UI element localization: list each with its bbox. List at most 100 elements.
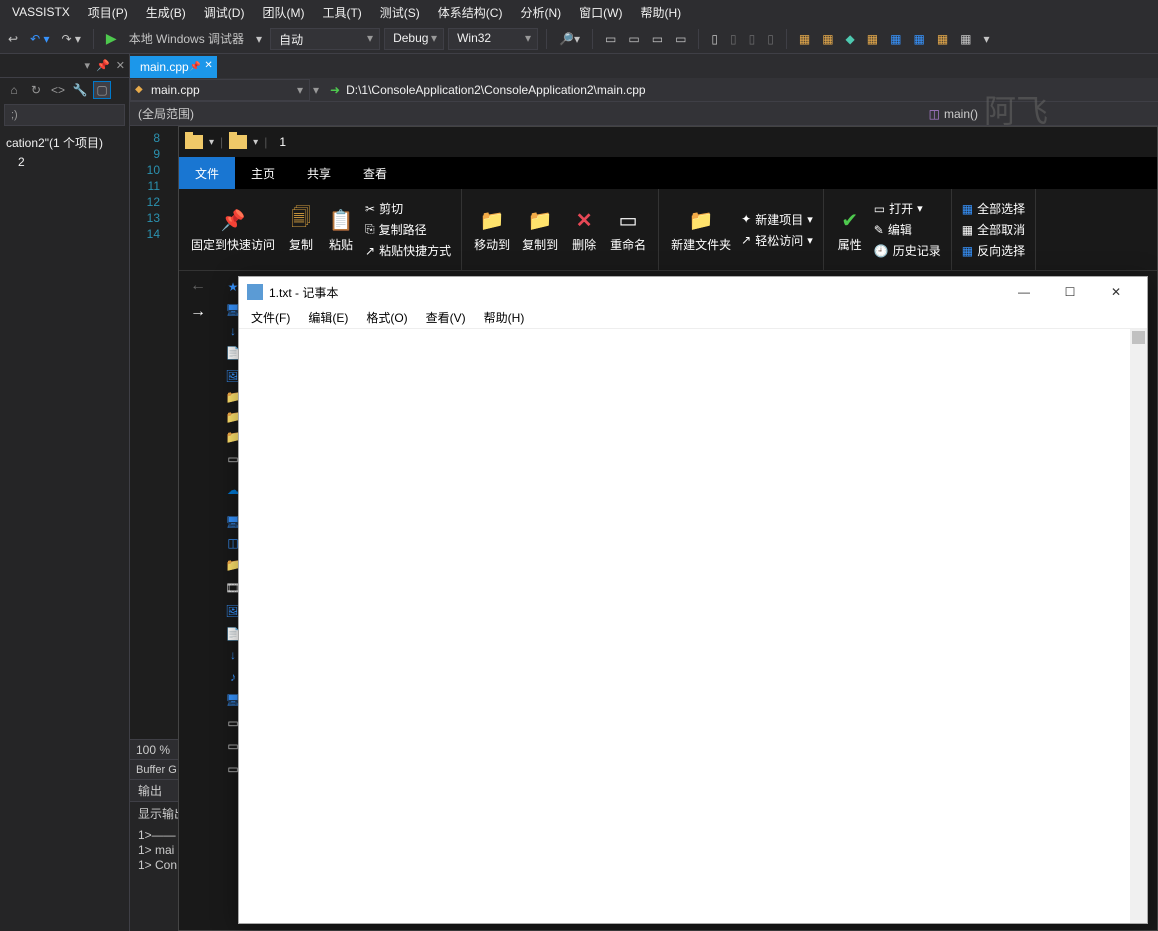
menu-tools[interactable]: 工具(T) <box>314 1 369 24</box>
panel-pin-icon[interactable]: 📌 <box>96 59 110 72</box>
tab-main-cpp[interactable]: main.cpp 📌 ✕ <box>130 56 217 78</box>
tb-iconB[interactable]: ▦ <box>818 30 837 48</box>
notepad-textarea[interactable] <box>239 329 1147 923</box>
np-menu-help[interactable]: 帮助(H) <box>476 307 533 328</box>
tab-share[interactable]: 共享 <box>291 157 347 189</box>
debugger-chev[interactable]: ▾ <box>252 30 266 48</box>
tb-iconI[interactable]: ▾ <box>980 30 994 48</box>
tb-iconA[interactable]: ▦ <box>795 30 814 48</box>
paste-button[interactable]: 📋粘贴 <box>325 204 357 255</box>
nav-fwd-arrow[interactable]: → <box>190 303 206 321</box>
file-combo[interactable]: ◆main.cpp <box>130 79 310 101</box>
np-menu-format[interactable]: 格式(O) <box>358 307 415 328</box>
tb-iconC[interactable]: ◆ <box>842 30 859 48</box>
menu-help[interactable]: 帮助(H) <box>632 1 689 24</box>
tb-iconD[interactable]: ▦ <box>863 30 882 48</box>
redo-icon[interactable]: ↷ ▾ <box>57 30 84 48</box>
lp-wrench-icon[interactable]: 🔧 <box>72 82 88 98</box>
menu-test[interactable]: 测试(S) <box>372 1 428 24</box>
tb-iconF[interactable]: ▦ <box>909 30 928 48</box>
tab-close-icon[interactable]: ✕ <box>204 60 212 71</box>
tb-icon5[interactable]: ▭ <box>671 30 690 48</box>
tb-icon7[interactable]: ▯ <box>726 30 741 48</box>
path-segment[interactable]: 1 <box>279 135 286 149</box>
tab-pin-icon[interactable]: 📌 <box>189 61 200 72</box>
folder-icon <box>185 135 203 149</box>
copy-button[interactable]: 🗐复制 <box>285 204 317 255</box>
tb-icon3[interactable]: ▭ <box>624 30 643 48</box>
nav-bar: ◆main.cpp ▾ ➜D:\1\ConsoleApplication2\Co… <box>130 78 1158 102</box>
selectnone-button[interactable]: ▦全部取消 <box>962 220 1025 239</box>
newitem-button[interactable]: ✦新建项目 ▾ <box>741 210 813 229</box>
tb-iconE[interactable]: ▦ <box>886 30 905 48</box>
play-icon[interactable]: ▶ <box>102 28 121 49</box>
np-menu-file[interactable]: 文件(F) <box>243 307 298 328</box>
tab-file[interactable]: 文件 <box>179 157 235 189</box>
close-button[interactable]: ✕ <box>1093 277 1139 307</box>
moveto-button[interactable]: 📁移动到 <box>472 204 512 255</box>
menu-window[interactable]: 窗口(W) <box>571 1 630 24</box>
menu-build[interactable]: 生成(B) <box>138 1 194 24</box>
newitem-icon: ✦ <box>741 212 751 226</box>
open-button[interactable]: ▭打开 ▾ <box>874 199 941 218</box>
menu-analyze[interactable]: 分析(N) <box>512 1 569 24</box>
menu-team[interactable]: 团队(M) <box>254 1 312 24</box>
tb-iconG[interactable]: ▦ <box>933 30 952 48</box>
notepad-scrollbar[interactable] <box>1130 329 1147 923</box>
menu-vassistx[interactable]: VASSISTX <box>4 2 78 22</box>
maximize-button[interactable]: ☐ <box>1047 277 1093 307</box>
function-combo[interactable]: ◫main() <box>929 107 978 121</box>
edit-button[interactable]: ✎编辑 <box>874 220 941 239</box>
lp-refresh-icon[interactable]: ↻ <box>28 82 44 98</box>
chevron-icon2[interactable]: ▾ <box>253 137 258 148</box>
tb-icon9[interactable]: ▯ <box>763 30 778 48</box>
selectall-button[interactable]: ▦全部选择 <box>962 199 1025 218</box>
panel-dropdown-icon[interactable]: ▾ <box>85 59 91 72</box>
tb-icon6[interactable]: ▯ <box>707 30 722 48</box>
project-node[interactable]: 2 <box>6 153 123 171</box>
easyaccess-button[interactable]: ↗轻松访问 ▾ <box>741 231 813 250</box>
copypath-button[interactable]: ⎘复制路径 <box>365 220 451 239</box>
tab-home[interactable]: 主页 <box>235 157 291 189</box>
copyto-button[interactable]: 📁复制到 <box>520 204 560 255</box>
rename-button[interactable]: ▭重命名 <box>608 204 648 255</box>
tb-iconH[interactable]: ▦ <box>956 30 975 48</box>
scope-combo[interactable]: (全局范围) <box>138 105 194 122</box>
solution-node[interactable]: cation2"(1 个项目) <box>6 132 123 153</box>
file-path: ➜D:\1\ConsoleApplication2\ConsoleApplica… <box>322 83 654 97</box>
np-menu-edit[interactable]: 编辑(E) <box>300 307 356 328</box>
chevron-icon[interactable]: ▾ <box>209 137 214 148</box>
notepad-titlebar[interactable]: 1.txt - 记事本 — ☐ ✕ <box>239 277 1147 307</box>
config-combo[interactable]: Debug <box>384 28 444 50</box>
undo-icon[interactable]: ↶ ▾ <box>26 30 53 48</box>
newfolder-button[interactable]: 📁新建文件夹 <box>669 204 733 255</box>
solution-search[interactable]: ;) <box>4 104 125 126</box>
platform-combo[interactable]: Win32 <box>448 28 538 50</box>
lp-view-icon[interactable]: ▢ <box>94 82 110 98</box>
lp-code-icon[interactable]: <> <box>50 82 66 98</box>
cut-button[interactable]: ✂剪切 <box>365 199 451 218</box>
pin-quickaccess-button[interactable]: 📌固定到快速访问 <box>189 204 277 255</box>
scrollbar-thumb[interactable] <box>1132 331 1145 344</box>
menu-arch[interactable]: 体系结构(C) <box>430 1 511 24</box>
panel-close-icon[interactable]: ✕ <box>116 59 125 72</box>
minimize-button[interactable]: — <box>1001 277 1047 307</box>
tab-view[interactable]: 查看 <box>347 157 403 189</box>
invert-button[interactable]: ▦反向选择 <box>962 241 1025 260</box>
lp-home-icon[interactable]: ⌂ <box>6 82 22 98</box>
nav-back-arrow[interactable]: ← <box>190 277 206 295</box>
delete-button[interactable]: ✕删除 <box>568 204 600 255</box>
tb-icon1[interactable]: 🔎▾ <box>555 30 584 48</box>
nav-back-icon[interactable]: ↩ <box>4 30 22 48</box>
debugger-label[interactable]: 本地 Windows 调试器 <box>125 28 248 49</box>
target-combo[interactable]: 自动 <box>270 28 380 50</box>
menu-debug[interactable]: 调试(D) <box>196 1 253 24</box>
np-menu-view[interactable]: 查看(V) <box>418 307 474 328</box>
properties-button[interactable]: ✔属性 <box>834 204 866 255</box>
tb-icon4[interactable]: ▭ <box>648 30 667 48</box>
menu-project[interactable]: 项目(P) <box>80 1 136 24</box>
tb-icon2[interactable]: ▭ <box>601 30 620 48</box>
history-button[interactable]: 🕘历史记录 <box>874 241 941 260</box>
pasteshortcut-button[interactable]: ↗粘贴快捷方式 <box>365 241 451 260</box>
tb-icon8[interactable]: ▯ <box>745 30 760 48</box>
